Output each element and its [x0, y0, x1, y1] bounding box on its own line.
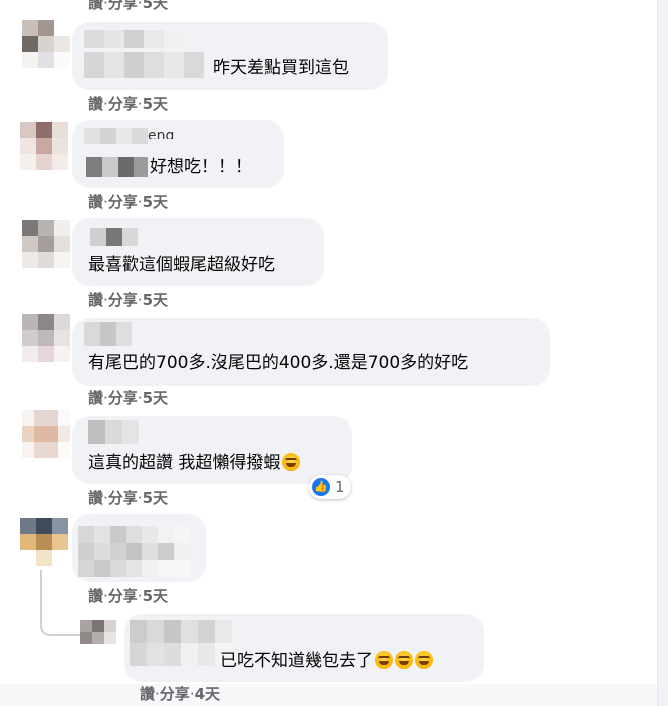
- comment-content-blurred: [78, 526, 190, 578]
- reply-text: 已吃不知道幾包去了: [220, 650, 433, 672]
- share-link[interactable]: 分享: [108, 95, 138, 113]
- commenter-name-blurred[interactable]: [90, 228, 138, 246]
- like-link[interactable]: 讚: [88, 193, 103, 211]
- comment-timestamp[interactable]: 5天: [143, 291, 168, 309]
- commenter-name-blurred[interactable]: [84, 128, 148, 144]
- commenter-name-blurred[interactable]: [88, 420, 140, 444]
- comment-text: 這真的超讚 我超懶得撥蝦: [88, 452, 301, 474]
- share-link[interactable]: 分享: [108, 0, 138, 12]
- comment-timestamp[interactable]: 5天: [143, 489, 168, 507]
- comment-timestamp[interactable]: 5天: [143, 587, 168, 605]
- share-link[interactable]: 分享: [108, 389, 138, 407]
- reaction-summary[interactable]: 👍 1: [309, 475, 351, 499]
- like-link[interactable]: 讚: [88, 291, 103, 309]
- like-link[interactable]: 讚: [88, 587, 103, 605]
- comment-timestamp[interactable]: 5天: [143, 389, 168, 407]
- share-link[interactable]: 分享: [108, 587, 138, 605]
- comment-panel: 讚 · 分享 · 5天 昨天差點買到這包 讚 · 分享 · 5天 eng 好想吃…: [0, 0, 657, 706]
- comment-actions: 讚 · 分享 · 5天: [88, 489, 168, 507]
- avatar[interactable]: [22, 410, 70, 458]
- avatar[interactable]: [22, 314, 70, 362]
- scrollbar-track[interactable]: [657, 0, 668, 706]
- share-link[interactable]: 分享: [108, 193, 138, 211]
- comment-text: 昨天差點買到這包: [213, 58, 349, 78]
- share-link[interactable]: 分享: [108, 489, 138, 507]
- rolling-laughing-emoji-icon: [415, 651, 433, 669]
- commenter-name-blurred[interactable]: [84, 322, 132, 346]
- comment-text: 好想吃！！！: [150, 157, 252, 177]
- comment-actions: 讚 · 分享 · 5天: [88, 389, 168, 407]
- commenter-name-blurred[interactable]: [130, 620, 234, 666]
- avatar[interactable]: [20, 518, 68, 566]
- avatar[interactable]: [20, 122, 68, 170]
- comment-text: 最喜歡這個蝦尾超級好吃: [88, 255, 275, 275]
- like-link[interactable]: 讚: [88, 0, 103, 12]
- reply-text-content: 已吃不知道幾包去了: [220, 651, 373, 671]
- avatar[interactable]: [22, 220, 70, 268]
- rolling-laughing-emoji-icon: [375, 651, 393, 669]
- share-link[interactable]: 分享: [108, 291, 138, 309]
- comment-actions: 讚 · 分享 · 5天: [88, 0, 168, 12]
- comment-actions: 讚 · 分享 · 5天: [88, 95, 168, 113]
- like-link[interactable]: 讚: [140, 685, 155, 703]
- comment-actions: 讚 · 分享 · 5天: [88, 587, 168, 605]
- commenter-name-fragment: eng: [148, 129, 175, 139]
- mention-blurred: [86, 157, 148, 177]
- reply-actions: 讚 · 分享 · 4天: [140, 685, 220, 703]
- rolling-laughing-emoji-icon: [395, 651, 413, 669]
- comment-timestamp[interactable]: 5天: [143, 0, 168, 12]
- mention-blurred: [84, 52, 208, 78]
- commenter-name-blurred[interactable]: [84, 30, 184, 48]
- reply-thread-line: [40, 570, 80, 636]
- avatar[interactable]: [22, 20, 70, 68]
- comment-timestamp[interactable]: 5天: [143, 95, 168, 113]
- like-link[interactable]: 讚: [88, 95, 103, 113]
- share-link[interactable]: 分享: [160, 685, 190, 703]
- comment-text: 有尾巴的700多.沒尾巴的400多.還是700多的好吃: [88, 353, 469, 373]
- like-link[interactable]: 讚: [88, 389, 103, 407]
- rolling-laughing-emoji-icon: [282, 453, 301, 471]
- reply-timestamp[interactable]: 4天: [195, 685, 220, 703]
- avatar[interactable]: [80, 620, 116, 656]
- comment-actions: 讚 · 分享 · 5天: [88, 193, 168, 211]
- bottom-strip: [0, 684, 657, 706]
- comment-actions: 讚 · 分享 · 5天: [88, 291, 168, 309]
- comment-text-content: 這真的超讚 我超懶得撥蝦: [88, 453, 281, 473]
- comment-timestamp[interactable]: 5天: [143, 193, 168, 211]
- like-thumb-icon: 👍: [312, 478, 330, 496]
- like-link[interactable]: 讚: [88, 489, 103, 507]
- reaction-count: 1: [335, 478, 345, 496]
